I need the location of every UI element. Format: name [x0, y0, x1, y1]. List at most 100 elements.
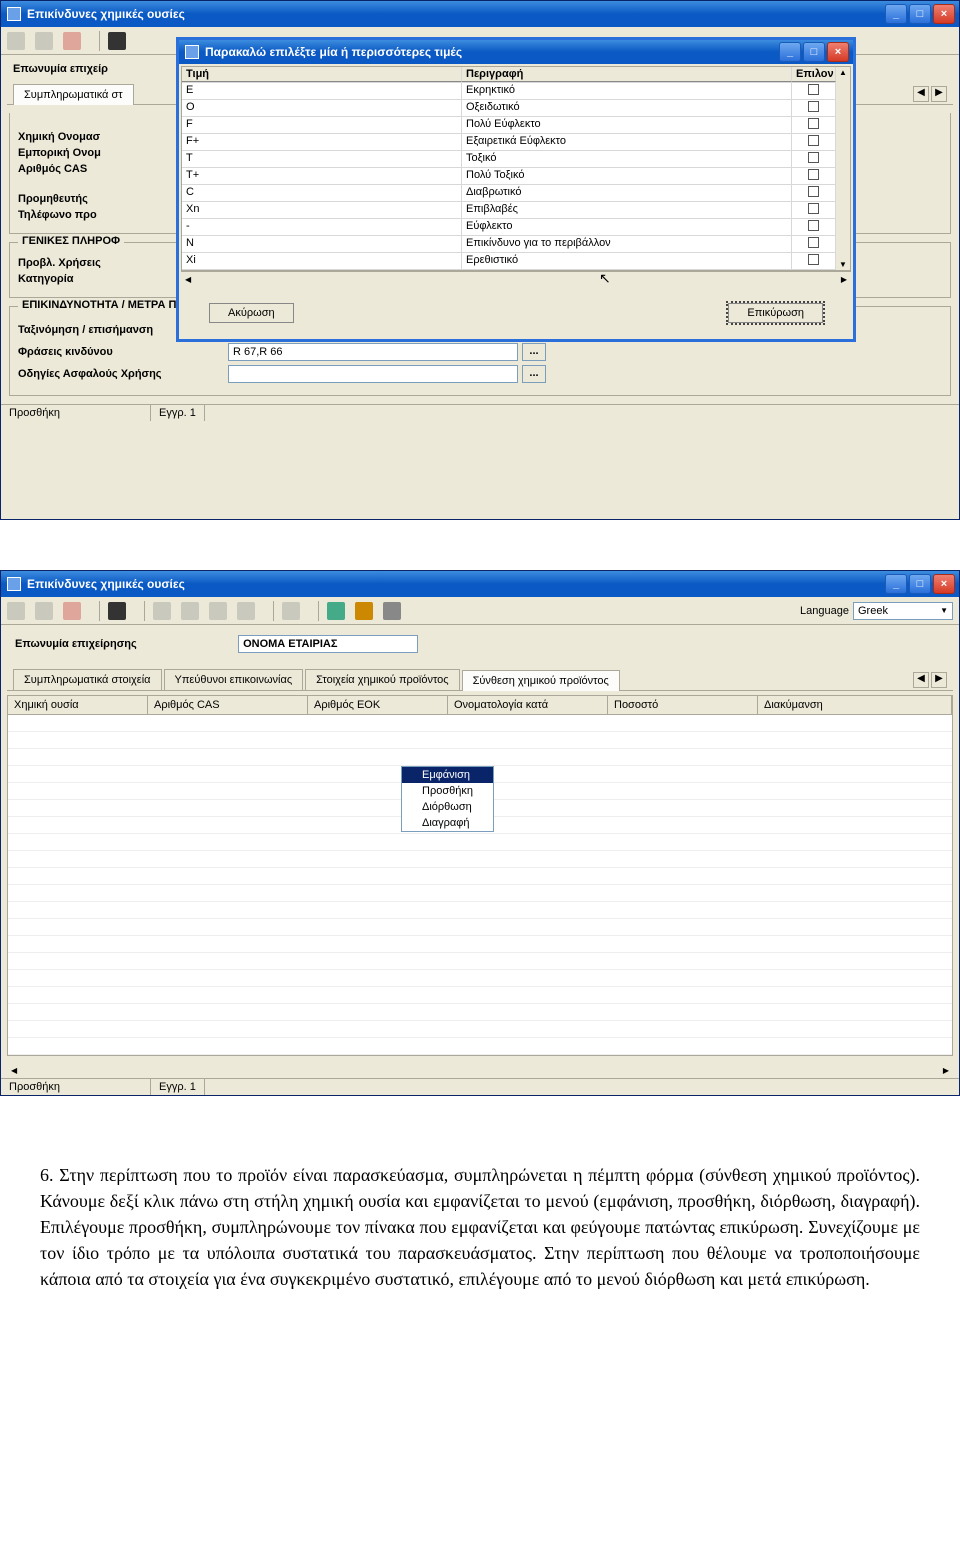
table-row[interactable]: OΟξειδωτικό	[182, 100, 836, 117]
new-icon[interactable]	[7, 32, 25, 50]
cell-checkbox[interactable]	[792, 83, 836, 99]
tab-product-composition[interactable]: Σύνθεση χημικού προϊόντος	[462, 670, 620, 691]
col-substance[interactable]: Χημική ουσία	[8, 696, 148, 714]
col-cas[interactable]: Αριθμός CAS	[148, 696, 308, 714]
table-row[interactable]: EΕκρηκτικό	[182, 83, 836, 100]
tab-supplementary[interactable]: Συμπληρωματικά στ	[13, 84, 134, 105]
last-icon[interactable]	[237, 602, 255, 620]
menu-delete[interactable]: Διαγραφή	[402, 815, 493, 831]
menu-show[interactable]: Εμφάνιση	[402, 767, 493, 783]
save-icon[interactable]	[108, 602, 126, 620]
table-row[interactable]: XiΕρεθιστικό	[182, 253, 836, 270]
checkbox-icon[interactable]	[808, 237, 819, 248]
titlebar-2[interactable]: Επικίνδυνες χημικές ουσίες _ □ ×	[1, 571, 959, 597]
checkbox-icon[interactable]	[808, 169, 819, 180]
cell-checkbox[interactable]	[792, 185, 836, 201]
risk-phrases-lookup-button[interactable]: ...	[522, 343, 546, 361]
close-button[interactable]: ×	[933, 4, 955, 24]
checkbox-icon[interactable]	[808, 84, 819, 95]
tab-supplementary[interactable]: Συμπληρωματικά στοιχεία	[13, 669, 162, 690]
language-select[interactable]: Greek	[853, 602, 953, 620]
scroll-down-icon[interactable]: ▼	[839, 260, 847, 269]
checkbox-icon[interactable]	[808, 186, 819, 197]
checkbox-icon[interactable]	[808, 152, 819, 163]
cell-checkbox[interactable]	[792, 151, 836, 167]
table-row[interactable]: TΤοξικό	[182, 151, 836, 168]
tabs-next[interactable]: ▶	[931, 86, 947, 102]
maximize-button[interactable]: □	[909, 4, 931, 24]
scroll-up-icon[interactable]: ▲	[839, 68, 847, 77]
close-button-2[interactable]: ×	[933, 574, 955, 594]
col-nomenclature[interactable]: Ονοματολογία κατά	[448, 696, 608, 714]
scroll-left-icon[interactable]: ◀	[7, 1066, 21, 1075]
table-row[interactable]: NΕπικίνδυνο για το περιβάλλον	[182, 236, 836, 253]
minimize-button-2[interactable]: _	[885, 574, 907, 594]
open-icon[interactable]	[35, 602, 53, 620]
cell-checkbox[interactable]	[792, 117, 836, 133]
safety-input[interactable]	[228, 365, 518, 383]
cell-checkbox[interactable]	[792, 236, 836, 252]
table-row[interactable]: FΠολύ Εύφλεκτο	[182, 117, 836, 134]
col-selection[interactable]: Επιλον	[792, 67, 836, 82]
cell-checkbox[interactable]	[792, 219, 836, 235]
grid-hscroll[interactable]: ◀ ▶	[181, 271, 851, 287]
grid-hscroll-2[interactable]: ◀ ▶	[7, 1062, 953, 1078]
tabs-prev[interactable]: ◀	[913, 672, 929, 688]
col-percent[interactable]: Ποσοστό	[608, 696, 758, 714]
dialog-maximize-button[interactable]: □	[803, 42, 825, 62]
col-description[interactable]: Περιγραφή	[462, 67, 792, 82]
table-row[interactable]: XnΕπιβλαβές	[182, 202, 836, 219]
table-row[interactable]: CΔιαβρωτικό	[182, 185, 836, 202]
cell-checkbox[interactable]	[792, 134, 836, 150]
risk-phrases-input[interactable]: R 67,R 66	[228, 343, 518, 361]
new-icon[interactable]	[7, 602, 25, 620]
col-value[interactable]: Τιμή	[182, 67, 462, 82]
cancel-button[interactable]: Ακύρωση	[209, 303, 294, 323]
tabs-prev[interactable]: ◀	[913, 86, 929, 102]
scroll-left-icon[interactable]: ◀	[181, 275, 195, 284]
cell-checkbox[interactable]	[792, 168, 836, 184]
next-icon[interactable]	[209, 602, 227, 620]
table-row[interactable]: F+Εξαιρετικά Εύφλεκτο	[182, 134, 836, 151]
minimize-button[interactable]: _	[885, 4, 907, 24]
checkbox-icon[interactable]	[808, 254, 819, 265]
checkbox-icon[interactable]	[808, 135, 819, 146]
dialog-minimize-button[interactable]: _	[779, 42, 801, 62]
scroll-right-icon[interactable]: ▶	[837, 275, 851, 284]
dialog-close-button[interactable]: ×	[827, 42, 849, 62]
print-icon[interactable]	[383, 602, 401, 620]
delete-icon[interactable]	[63, 32, 81, 50]
menu-edit[interactable]: Διόρθωση	[402, 799, 493, 815]
delete-icon[interactable]	[63, 602, 81, 620]
col-eok[interactable]: Αριθμός EOK	[308, 696, 448, 714]
ok-button[interactable]: Επικύρωση	[728, 303, 823, 323]
checkbox-icon[interactable]	[808, 203, 819, 214]
cell-checkbox[interactable]	[792, 202, 836, 218]
cell-checkbox[interactable]	[792, 253, 836, 269]
open-icon[interactable]	[35, 32, 53, 50]
composition-grid[interactable]: Χημική ουσία Αριθμός CAS Αριθμός EOK Ονο…	[7, 695, 953, 1056]
titlebar[interactable]: Επικίνδυνες χημικές ουσίες _ □ ×	[1, 1, 959, 27]
company-input[interactable]: ΟΝΟΜΑ ΕΤΑΙΡΙΑΣ	[238, 635, 418, 653]
first-icon[interactable]	[153, 602, 171, 620]
safety-lookup-button[interactable]: ...	[522, 365, 546, 383]
tool-b-icon[interactable]	[327, 602, 345, 620]
cell-checkbox[interactable]	[792, 100, 836, 116]
save-icon[interactable]	[108, 32, 126, 50]
dialog-titlebar[interactable]: Παρακαλώ επιλέξτε μία ή περισσότερες τιμ…	[179, 40, 853, 64]
col-variance[interactable]: Διακύμανση	[758, 696, 952, 714]
checkbox-icon[interactable]	[808, 118, 819, 129]
maximize-button-2[interactable]: □	[909, 574, 931, 594]
tab-product-data[interactable]: Στοιχεία χημικού προϊόντος	[305, 669, 459, 690]
table-row[interactable]: -Εύφλεκτο	[182, 219, 836, 236]
checkbox-icon[interactable]	[808, 220, 819, 231]
grid-vscroll[interactable]: ▲ ▼	[836, 67, 850, 270]
table-row[interactable]: T+Πολύ Τοξικό	[182, 168, 836, 185]
checkbox-icon[interactable]	[808, 101, 819, 112]
scroll-right-icon[interactable]: ▶	[939, 1066, 953, 1075]
tab-contacts[interactable]: Υπεύθυνοι επικοινωνίας	[164, 669, 304, 690]
menu-add[interactable]: Προσθήκη	[402, 783, 493, 799]
tool-c-icon[interactable]	[355, 602, 373, 620]
tool-a-icon[interactable]	[282, 602, 300, 620]
tabs-next[interactable]: ▶	[931, 672, 947, 688]
